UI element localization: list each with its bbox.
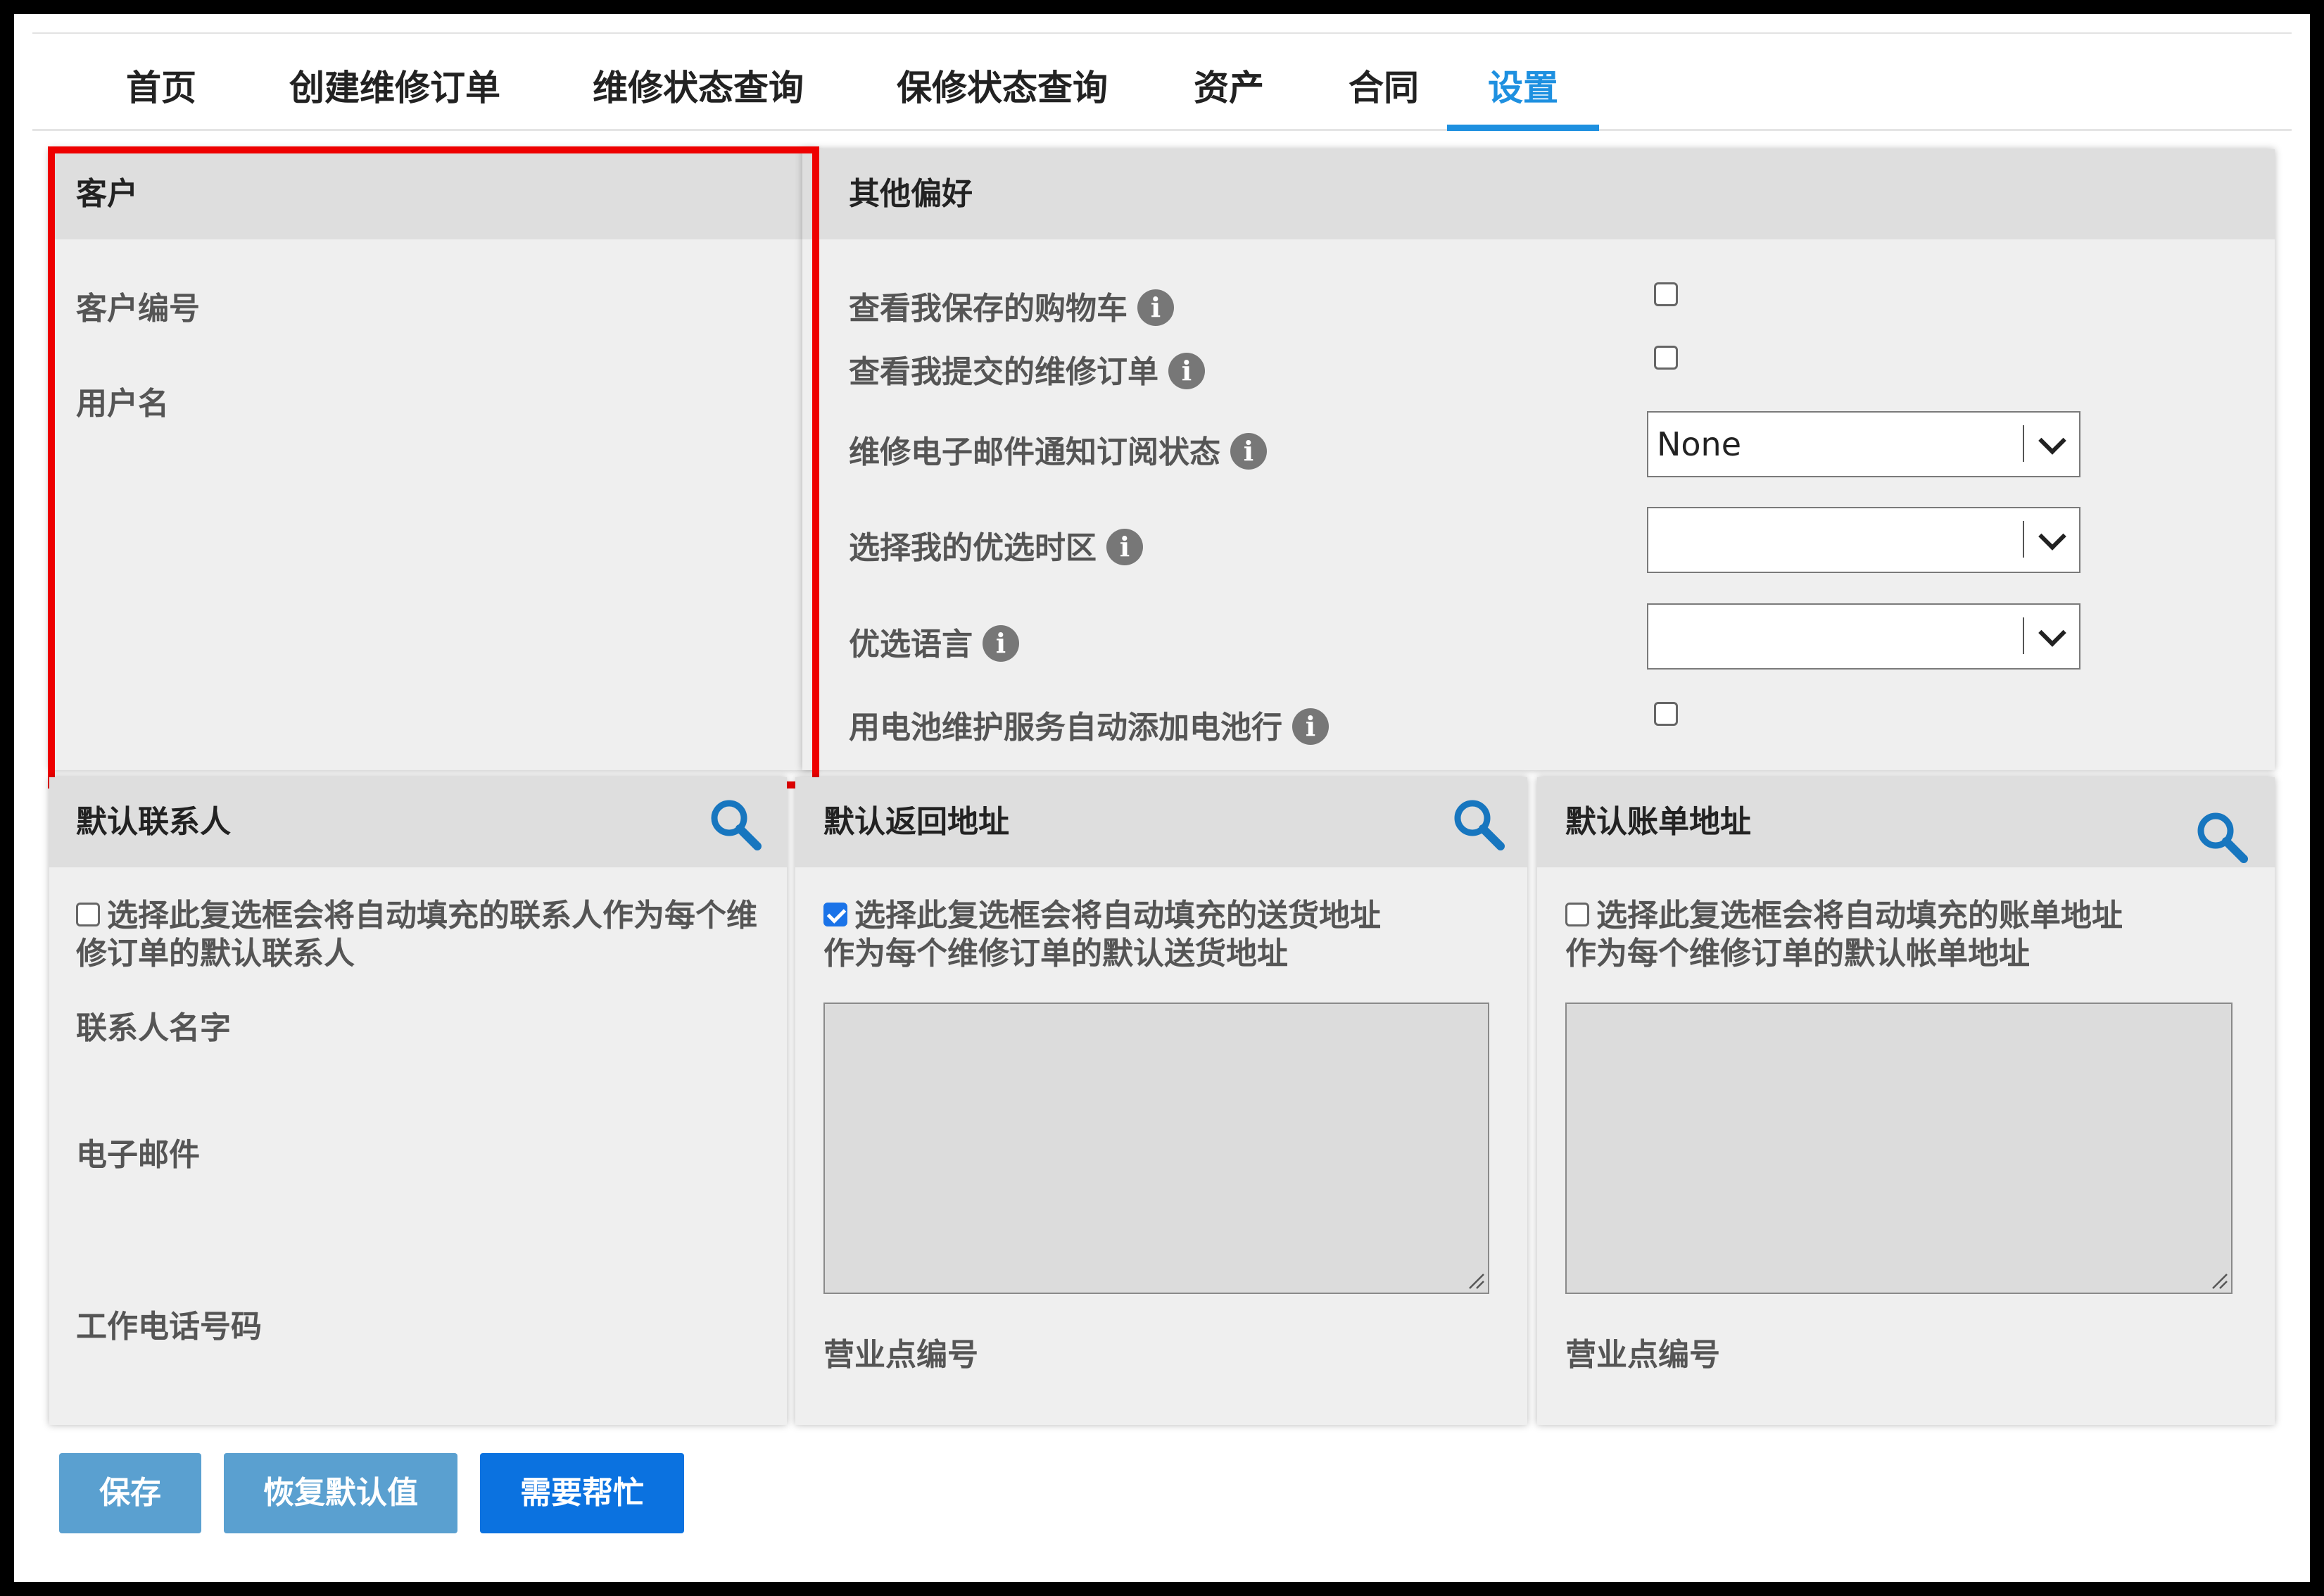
language-select[interactable]	[1647, 603, 2080, 670]
info-icon[interactable]: i	[1292, 708, 1329, 745]
view-saved-cart-checkbox[interactable]	[1654, 282, 1678, 306]
resize-handle-icon[interactable]	[1464, 1269, 1485, 1290]
info-icon[interactable]: i	[983, 625, 1019, 662]
default-contact-title: 默认联系人	[76, 804, 231, 840]
contact-email-label: 电子邮件	[76, 1137, 200, 1173]
billing-address-textarea[interactable]	[1565, 1003, 2233, 1294]
view-submitted-orders-checkbox[interactable]	[1654, 346, 1678, 370]
tab-settings[interactable]: 设置	[1447, 34, 1599, 131]
save-button[interactable]: 保存	[59, 1453, 201, 1533]
email-subscription-select[interactable]: None	[1647, 411, 2080, 477]
search-icon[interactable]	[1451, 797, 1506, 852]
default-contact-panel: 默认联系人 选择此复选框会将自动填充的联系人作为每个维修订单的默认联系人 联系人…	[49, 777, 787, 1425]
default-contact-checkbox[interactable]	[76, 903, 100, 926]
default-return-address-checkbox-row: 选择此复选框会将自动填充的送货地址 作为每个维修订单的默认送货地址	[823, 897, 1520, 973]
chevron-down-icon	[2038, 619, 2066, 647]
billing-site-number-label: 营业点编号	[1565, 1337, 1720, 1373]
tab-create-repair-order[interactable]: 创建维修订单	[265, 34, 525, 129]
preferences-panel-title: 其他偏好	[849, 176, 973, 212]
default-contact-header: 默认联系人	[49, 777, 787, 867]
view-saved-cart-text: 查看我保存的购物车	[849, 291, 1128, 327]
tab-home[interactable]: 首页	[94, 34, 228, 129]
view-submitted-orders-label: 查看我提交的维修订单 i	[849, 346, 1205, 392]
settings-page: 首页 创建维修订单 维修状态查询 保修状态查询 资产 合同 设置 客户 客户编号…	[14, 14, 2310, 1582]
timezone-text: 选择我的优选时区	[849, 530, 1097, 566]
default-return-address-checkbox-text-1: 选择此复选框会将自动填充的送货地址	[854, 898, 1381, 934]
view-submitted-orders-text: 查看我提交的维修订单	[849, 354, 1158, 390]
default-billing-address-checkbox-text-1: 选择此复选框会将自动填充的账单地址	[1596, 898, 2123, 934]
default-return-address-checkbox[interactable]	[823, 903, 847, 926]
preferences-panel-header: 其他偏好	[802, 149, 2275, 239]
return-site-number-label: 营业点编号	[823, 1337, 978, 1373]
tab-assets[interactable]: 资产	[1173, 34, 1285, 129]
info-icon[interactable]: i	[1168, 353, 1205, 389]
chevron-down-icon	[2038, 522, 2066, 551]
language-label: 优选语言 i	[849, 619, 1019, 665]
return-address-textarea[interactable]	[823, 1003, 1489, 1294]
restore-defaults-button[interactable]: 恢复默认值	[224, 1453, 457, 1533]
view-saved-cart-label: 查看我保存的购物车 i	[849, 283, 1174, 329]
default-billing-address-header: 默认账单地址	[1537, 777, 2275, 867]
tab-warranty-status[interactable]: 保修状态查询	[870, 34, 1135, 129]
default-billing-address-checkbox[interactable]	[1565, 903, 1589, 926]
contact-name-label: 联系人名字	[76, 1010, 231, 1046]
default-billing-address-checkbox-text-2: 作为每个维修订单的默认帐单地址	[1565, 936, 2030, 972]
select-separator	[2023, 521, 2024, 558]
default-billing-address-title: 默认账单地址	[1565, 804, 1751, 840]
battery-auto-add-label: 用电池维护服务自动添加电池行 i	[849, 702, 1329, 748]
default-contact-checkbox-text: 选择此复选框会将自动填充的联系人作为每个维修订单的默认联系人	[76, 898, 757, 972]
default-return-address-title: 默认返回地址	[823, 804, 1009, 840]
email-subscription-text: 维修电子邮件通知订阅状态	[849, 434, 1220, 470]
battery-auto-add-checkbox[interactable]	[1654, 702, 1678, 726]
info-icon[interactable]: i	[1230, 433, 1267, 470]
info-icon[interactable]: i	[1137, 289, 1174, 326]
resize-handle-icon[interactable]	[2207, 1269, 2228, 1290]
chevron-down-icon	[2038, 427, 2066, 455]
default-return-address-header: 默认返回地址	[795, 777, 1527, 867]
contact-phone-label: 工作电话号码	[76, 1309, 262, 1345]
language-text: 优选语言	[849, 627, 973, 662]
default-billing-address-checkbox-row: 选择此复选框会将自动填充的账单地址 作为每个维修订单的默认帐单地址	[1565, 897, 2269, 973]
default-contact-checkbox-row: 选择此复选框会将自动填充的联系人作为每个维修订单的默认联系人	[76, 897, 780, 973]
default-return-address-panel: 默认返回地址 选择此复选框会将自动填充的送货地址 作为每个维修订单的默认送货地址…	[795, 777, 1527, 1425]
highlight-box	[48, 146, 819, 788]
preferences-panel: 其他偏好 查看我保存的购物车 i 查看我提交的维修订单 i 维修电子邮件通知订阅状态…	[802, 149, 2275, 770]
default-return-address-checkbox-text-2: 作为每个维修订单的默认送货地址	[823, 936, 1288, 972]
tab-repair-status[interactable]: 维修状态查询	[566, 34, 831, 129]
select-separator	[2023, 617, 2024, 654]
need-help-button[interactable]: 需要帮忙	[480, 1453, 684, 1533]
timezone-select[interactable]	[1647, 507, 2080, 573]
select-separator	[2023, 425, 2024, 462]
search-icon[interactable]	[708, 797, 763, 852]
battery-auto-add-text: 用电池维护服务自动添加电池行	[849, 710, 1282, 746]
email-subscription-label: 维修电子邮件通知订阅状态 i	[849, 427, 1267, 472]
tab-contracts[interactable]: 合同	[1327, 34, 1440, 129]
email-subscription-value: None	[1657, 425, 1742, 463]
top-nav: 首页 创建维修订单 维修状态查询 保修状态查询 资产 合同 设置	[32, 32, 2292, 131]
timezone-label: 选择我的优选时区 i	[849, 522, 1143, 568]
info-icon[interactable]: i	[1106, 529, 1143, 565]
default-billing-address-panel: 默认账单地址 选择此复选框会将自动填充的账单地址 作为每个维修订单的默认帐单地址…	[1537, 777, 2275, 1425]
search-icon[interactable]	[2194, 810, 2249, 865]
